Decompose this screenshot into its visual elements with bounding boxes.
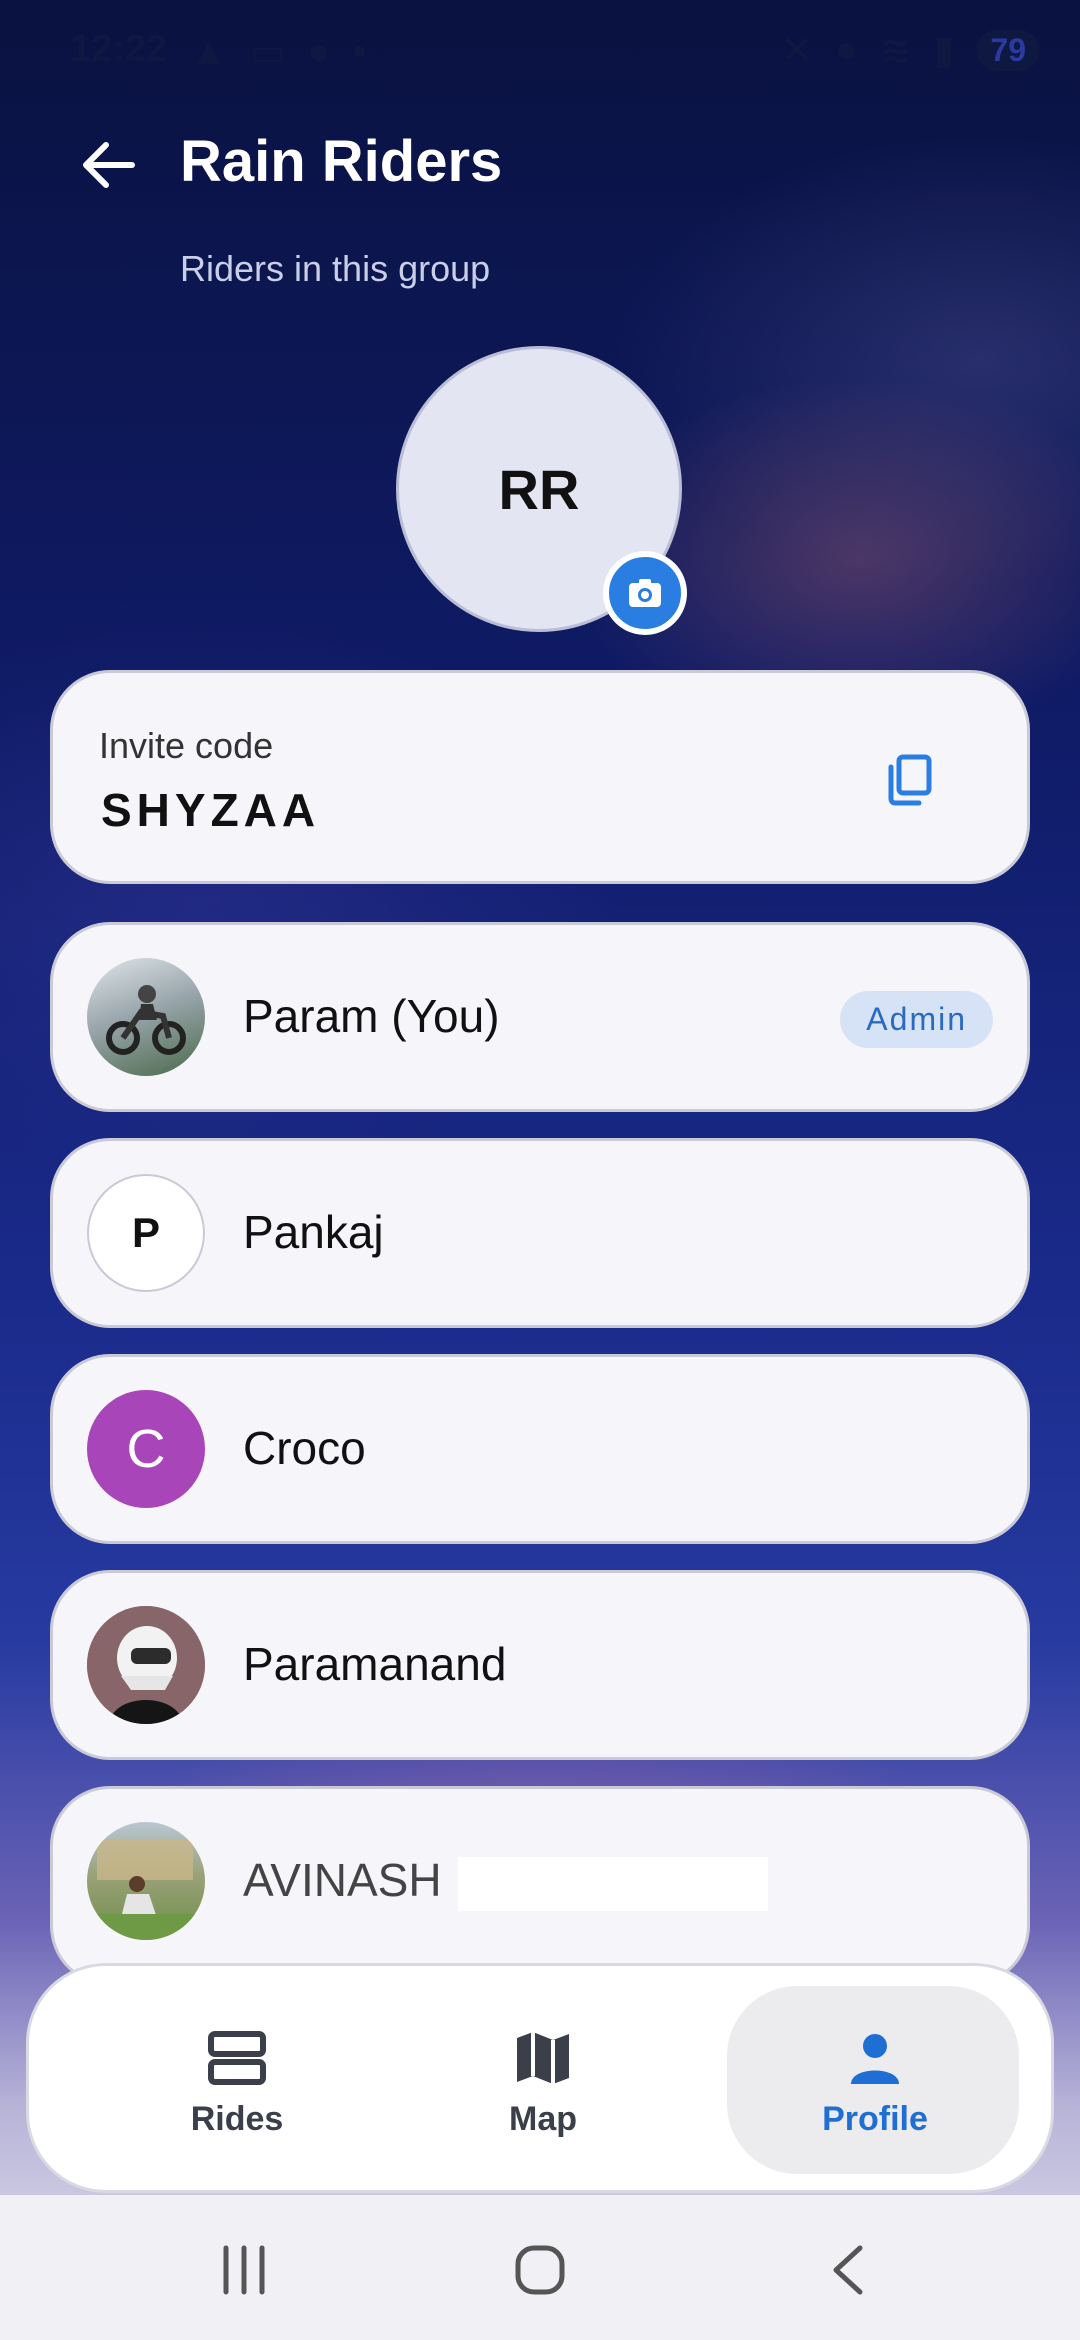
change-photo-button[interactable] [603, 551, 687, 635]
member-row[interactable]: AVINASH [50, 1786, 1030, 1986]
copy-code-button[interactable] [881, 751, 937, 807]
status-time: 12:22 [70, 28, 168, 70]
avatar-initial: C [126, 1419, 166, 1479]
invite-code-label: Invite code [99, 725, 274, 766]
dot-icon: • [352, 31, 366, 73]
arrow-back-icon [83, 142, 135, 188]
navigation-icon: ▲ [190, 31, 228, 73]
camera-icon [629, 579, 661, 607]
redacted-area [458, 1857, 768, 1911]
home-icon[interactable] [510, 2240, 570, 2300]
nav-profile-label: Profile [822, 2100, 928, 2138]
status-bar: 12:22 ▲ ▭ ● • ✕ ● ≋ ▮ 79 [0, 0, 1080, 100]
rides-icon [208, 2031, 266, 2085]
nav-map[interactable]: Map [393, 1966, 693, 2196]
back-nav-icon[interactable] [818, 2240, 878, 2300]
chat-icon: ● [307, 31, 331, 73]
wifi-icon: ≋ [879, 30, 912, 72]
member-avatar-photo [87, 1606, 205, 1724]
system-navigation-bar [0, 2195, 1080, 2340]
status-notification-icons: ▲ ▭ ● • [190, 30, 366, 75]
page-subtitle: Riders in this group [180, 248, 491, 289]
nav-rides-label: Rides [190, 2100, 284, 2138]
nav-map-label: Map [509, 2100, 577, 2138]
page-title: Rain Riders [180, 129, 503, 194]
back-button[interactable] [78, 135, 138, 195]
invite-code-card: Invite code SHYZAA [50, 670, 1030, 884]
image-icon: ▭ [249, 32, 286, 74]
member-row[interactable]: Param (You) Admin [50, 922, 1030, 1112]
motorbike-icon [106, 985, 186, 1055]
group-initials: RR [498, 457, 580, 521]
person-photo-icon [87, 1840, 205, 1940]
member-row[interactable]: C Croco [50, 1354, 1030, 1544]
copy-icon [888, 754, 932, 806]
signal-icon: ▮ [933, 30, 955, 72]
member-name: AVINASH [243, 1854, 442, 1906]
avatar-initial: P [131, 1209, 160, 1256]
nav-profile[interactable]: Profile [725, 1966, 1025, 2196]
map-icon [517, 2032, 569, 2084]
profile-icon [851, 2034, 899, 2084]
member-avatar-initial: C [87, 1390, 205, 1508]
member-name: Param (You) [243, 990, 500, 1042]
recent-apps-icon[interactable] [214, 2240, 274, 2300]
status-system-icons: ✕ ● ≋ ▮ 79 [781, 28, 1040, 73]
member-name: Croco [243, 1422, 366, 1474]
member-name: Pankaj [243, 1206, 384, 1258]
member-row[interactable]: P Pankaj [50, 1138, 1030, 1328]
nav-rides[interactable]: Rides [87, 1966, 387, 2196]
battery-indicator: 79 [976, 30, 1040, 71]
helmet-avatar-icon [87, 1606, 205, 1724]
member-name: Paramanand [243, 1638, 507, 1690]
bottom-navigation: Rides Map Profile [26, 1963, 1054, 2193]
invite-code-value: SHYZAA [101, 784, 321, 836]
location-icon: ● [834, 29, 858, 71]
member-avatar-photo [87, 1822, 205, 1940]
member-avatar-photo [87, 958, 205, 1076]
member-row[interactable]: Paramanand [50, 1570, 1030, 1760]
member-avatar-initial: P [87, 1174, 205, 1292]
mute-icon: ✕ [780, 30, 813, 72]
admin-badge: Admin [840, 991, 993, 1048]
